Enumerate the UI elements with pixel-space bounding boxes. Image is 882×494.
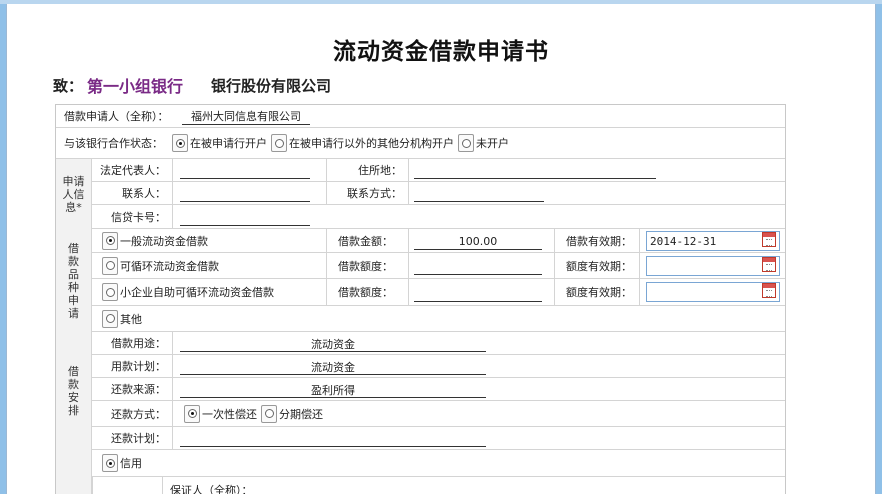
cooperation-options: 在被申请行开户 在被申请行以外的其他分机构开户 未开户: [172, 128, 513, 158]
source-row: 还款来源： 盈利所得: [92, 378, 785, 401]
addressee-prefix: 致：: [53, 76, 84, 95]
loan-option-other[interactable]: 其他: [102, 306, 142, 331]
addressee-line: 致： 第一小组银行 银行股份有限公司: [53, 72, 331, 98]
limit-period-input[interactable]: [646, 256, 780, 276]
applicant-label: 借款申请人（全称）：: [64, 110, 169, 123]
loan-type-row-revolving: 可循环流动资金借款 借款额度： 额度有效期：: [92, 253, 785, 279]
loan-card-label: 信贷卡号：: [111, 210, 166, 224]
loan-option-sme-revolving[interactable]: 小企业自助可循环流动资金借款: [102, 279, 274, 305]
cooperation-label: 与该银行合作状态：: [64, 137, 163, 150]
page-title: 流动资金借款申请书: [333, 38, 549, 65]
radio-icon[interactable]: [261, 404, 277, 423]
purpose-row: 借款用途： 流动资金: [92, 332, 785, 355]
plan-row: 用款计划： 流动资金: [92, 355, 785, 378]
radio-icon[interactable]: [102, 283, 118, 301]
guarantee-section-label: [56, 450, 92, 494]
loan-type-section-label: 借款品种申请: [56, 229, 92, 332]
contact-row: 联系人： 联系方式：: [92, 182, 785, 205]
loan-card-row: 信贷卡号：: [92, 205, 785, 229]
cooperation-option-other-branch[interactable]: 在被申请行以外的其他分机构开户: [271, 134, 454, 152]
loan-limit-field[interactable]: [414, 274, 542, 275]
calendar-icon[interactable]: [762, 283, 776, 298]
loan-period-label: 借款有效期：: [566, 234, 632, 248]
method-options: 一次性偿还 分期偿还: [184, 401, 327, 426]
sme-limit-label: 借款额度：: [338, 286, 393, 299]
applicant-value[interactable]: 福州大同信息有限公司: [191, 105, 331, 127]
applicant-info-section-label: 申请人信息*: [56, 159, 92, 229]
address-field[interactable]: [414, 178, 656, 179]
loan-type-row-general: 一般流动资金借款 借款金额： 100.00 借款有效期： 2014-12-31: [92, 229, 785, 253]
application-table: 借款申请人（全称）： 福州大同信息有限公司 与该银行合作状态： 在被申请行开户 …: [55, 104, 786, 494]
plan-label: 用款计划：: [111, 360, 166, 373]
contact-method-field[interactable]: [414, 201, 544, 202]
method-row: 还款方式： 一次性偿还 分期偿还: [92, 401, 785, 427]
contact-label: 联系人：: [122, 187, 166, 200]
radio-icon[interactable]: [271, 134, 287, 152]
method-option-installment[interactable]: 分期偿还: [261, 404, 323, 423]
guarantee-option-credit[interactable]: 信用: [102, 450, 142, 476]
radio-icon[interactable]: [102, 454, 118, 472]
plan-value[interactable]: 流动资金: [180, 355, 486, 378]
purpose-label: 借款用途：: [111, 337, 166, 350]
loan-option-general[interactable]: 一般流动资金借款: [102, 229, 208, 252]
repay-plan-label: 还款计划：: [111, 432, 166, 445]
guarantor-label: 保证人（全称）：: [170, 484, 253, 494]
loan-type-row-other: 其他: [92, 306, 785, 332]
cooperation-option-no-account[interactable]: 未开户: [458, 134, 509, 152]
guarantor-row: 保证人（全称）：: [92, 477, 785, 494]
repay-plan-field[interactable]: [180, 446, 486, 447]
loan-amount-value[interactable]: 100.00: [414, 229, 542, 253]
guarantee-type-row: 信用: [92, 450, 785, 477]
loan-limit-label: 借款额度：: [338, 259, 393, 273]
legal-rep-field[interactable]: [180, 178, 310, 179]
loan-option-revolving[interactable]: 可循环流动资金借款: [102, 253, 219, 278]
method-label: 还款方式：: [111, 407, 166, 421]
arrangement-section-label: 借款安排: [56, 332, 92, 450]
limit-period-label: 额度有效期：: [566, 259, 632, 273]
repay-plan-row: 还款计划：: [92, 427, 785, 450]
sme-period-input[interactable]: [646, 282, 780, 302]
radio-icon[interactable]: [102, 231, 118, 250]
application-form-page: 流动资金借款申请书 致： 第一小组银行 银行股份有限公司 借款申请人（全称）： …: [6, 4, 876, 494]
radio-icon[interactable]: [184, 404, 200, 423]
source-value[interactable]: 盈利所得: [180, 378, 486, 401]
address-label: 住所地：: [358, 164, 402, 177]
purpose-value[interactable]: 流动资金: [180, 332, 486, 355]
calendar-icon[interactable]: [762, 257, 776, 272]
loan-amount-label: 借款金额：: [338, 234, 393, 248]
contact-field[interactable]: [180, 201, 310, 202]
method-option-lump-sum[interactable]: 一次性偿还: [184, 404, 257, 423]
legal-rep-label: 法定代表人：: [100, 164, 166, 177]
loan-type-row-sme: 小企业自助可循环流动资金借款 借款额度： 额度有效期：: [92, 279, 785, 306]
sme-limit-field[interactable]: [414, 301, 542, 302]
bank-name: 第一小组银行: [87, 77, 184, 96]
bank-suffix: 银行股份有限公司: [211, 76, 332, 95]
calendar-icon[interactable]: [762, 232, 776, 247]
radio-icon[interactable]: [102, 256, 118, 275]
loan-period-input[interactable]: 2014-12-31: [646, 231, 780, 251]
cooperation-option-own-branch[interactable]: 在被申请行开户: [172, 134, 267, 152]
radio-icon[interactable]: [102, 309, 118, 328]
legal-rep-row: 法定代表人： 住所地：: [92, 159, 785, 182]
applicant-row: 借款申请人（全称）： 福州大同信息有限公司: [56, 105, 785, 128]
loan-card-field[interactable]: [180, 225, 310, 226]
source-label: 还款来源：: [111, 383, 166, 396]
cooperation-row: 与该银行合作状态： 在被申请行开户 在被申请行以外的其他分机构开户 未开户: [56, 128, 785, 159]
radio-icon[interactable]: [458, 134, 474, 152]
radio-icon[interactable]: [172, 134, 188, 152]
contact-method-label: 联系方式：: [347, 187, 402, 200]
sme-period-label: 额度有效期：: [566, 286, 632, 299]
